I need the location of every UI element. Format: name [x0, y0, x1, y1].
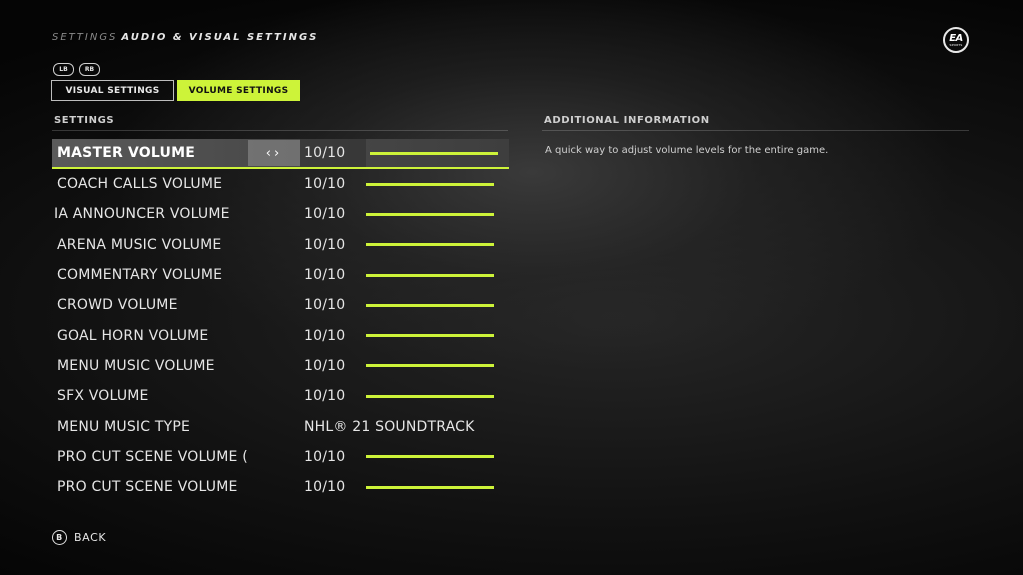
setting-label: COMMENTARY VOLUME	[57, 267, 223, 284]
setting-value: 10/10	[304, 388, 346, 405]
setting-label: PRO CUT SCENE VOLUME	[57, 479, 238, 496]
setting-label: MENU MUSIC VOLUME	[57, 357, 215, 374]
setting-label: SFX VOLUME	[57, 388, 149, 405]
info-divider	[542, 130, 969, 131]
setting-label: MASTER VOLUME	[57, 145, 195, 161]
volume-slider[interactable]	[366, 364, 494, 368]
b-button-icon: B	[52, 530, 67, 545]
setting-row-menu-music-volume[interactable]: MENU MUSIC VOLUME 10/10	[52, 351, 509, 381]
setting-row-sfx-volume[interactable]: SFX VOLUME 10/10	[52, 381, 509, 411]
volume-slider[interactable]	[366, 303, 494, 307]
back-button[interactable]: B BACK	[52, 530, 106, 545]
volume-slider[interactable]	[366, 334, 494, 338]
setting-value: 10/10	[304, 236, 346, 253]
settings-divider	[52, 130, 508, 131]
lb-bumper-icon[interactable]: LB	[53, 63, 74, 76]
volume-slider[interactable]	[366, 485, 494, 489]
volume-slider[interactable]	[370, 151, 498, 155]
setting-value: 10/10	[304, 206, 346, 223]
setting-row-crowd-volume[interactable]: CROWD VOLUME 10/10	[52, 290, 509, 320]
setting-label: COACH CALLS VOLUME	[57, 176, 223, 193]
setting-value: 10/10	[304, 297, 346, 314]
volume-slider[interactable]	[366, 182, 494, 186]
ea-logo-text: EA	[949, 32, 963, 44]
setting-row-announcer-volume[interactable]: IA ANNOUNCER VOLUME A 10/10	[52, 199, 509, 229]
left-right-arrows-icon[interactable]: ‹›	[248, 140, 300, 166]
setting-row-arena-music-volume[interactable]: ARENA MUSIC VOLUME 10/10	[52, 230, 509, 260]
back-label: BACK	[74, 531, 107, 544]
setting-row-master-volume[interactable]: MASTER VOLUME ‹› 10/10	[52, 139, 509, 169]
breadcrumb: SETTINGS AUDIO & VISUAL SETTINGS	[52, 32, 318, 43]
setting-value: 10/10	[304, 327, 346, 344]
setting-label: IA ANNOUNCER VOLUME A	[54, 206, 248, 223]
ea-logo-subtext: SPORTS	[949, 42, 963, 47]
tab-visual-settings[interactable]: VISUAL SETTINGS	[51, 80, 174, 101]
breadcrumb-root: SETTINGS	[52, 32, 118, 43]
volume-slider[interactable]	[366, 273, 494, 277]
setting-row-pro-cut-scene-volume[interactable]: PRO CUT SCENE VOLUME 10/10	[52, 472, 509, 502]
setting-row-menu-music-type[interactable]: MENU MUSIC TYPE NHL® 21 SOUNDTRACK	[52, 411, 509, 441]
setting-row-pro-cut-scene-volume-in[interactable]: PRO CUT SCENE VOLUME (IN- 10/10	[52, 442, 509, 472]
setting-label: GOAL HORN VOLUME	[57, 327, 209, 344]
setting-label: PRO CUT SCENE VOLUME (IN-	[57, 448, 248, 465]
setting-value: 10/10	[300, 139, 366, 167]
breadcrumb-current: AUDIO & VISUAL SETTINGS	[121, 32, 319, 43]
setting-label: ARENA MUSIC VOLUME	[57, 236, 222, 253]
setting-value: 10/10	[304, 267, 346, 284]
rb-bumper-icon[interactable]: RB	[79, 63, 100, 76]
setting-value: NHL® 21 SOUNDTRACK	[304, 418, 475, 435]
volume-slider[interactable]	[366, 243, 494, 247]
volume-slider[interactable]	[366, 394, 494, 398]
settings-header: SETTINGS	[54, 115, 115, 126]
setting-row-commentary-volume[interactable]: COMMENTARY VOLUME 10/10	[52, 260, 509, 290]
ea-sports-logo: EA SPORTS	[943, 27, 969, 53]
settings-list: MASTER VOLUME ‹› 10/10 COACH CALLS VOLUM…	[52, 139, 509, 502]
setting-value: 10/10	[304, 479, 346, 496]
setting-label: MENU MUSIC TYPE	[57, 418, 191, 435]
volume-slider[interactable]	[366, 212, 494, 216]
setting-value: 10/10	[304, 176, 346, 193]
setting-value: 10/10	[304, 448, 346, 465]
setting-label: CROWD VOLUME	[57, 297, 178, 314]
tab-volume-settings[interactable]: VOLUME SETTINGS	[177, 80, 300, 101]
setting-row-goal-horn-volume[interactable]: GOAL HORN VOLUME 10/10	[52, 320, 509, 350]
setting-row-coach-calls-volume[interactable]: COACH CALLS VOLUME 10/10	[52, 169, 509, 199]
additional-info-header: ADDITIONAL INFORMATION	[544, 115, 710, 126]
volume-slider[interactable]	[366, 455, 494, 459]
additional-info-text: A quick way to adjust volume levels for …	[545, 145, 829, 156]
setting-value: 10/10	[304, 357, 346, 374]
